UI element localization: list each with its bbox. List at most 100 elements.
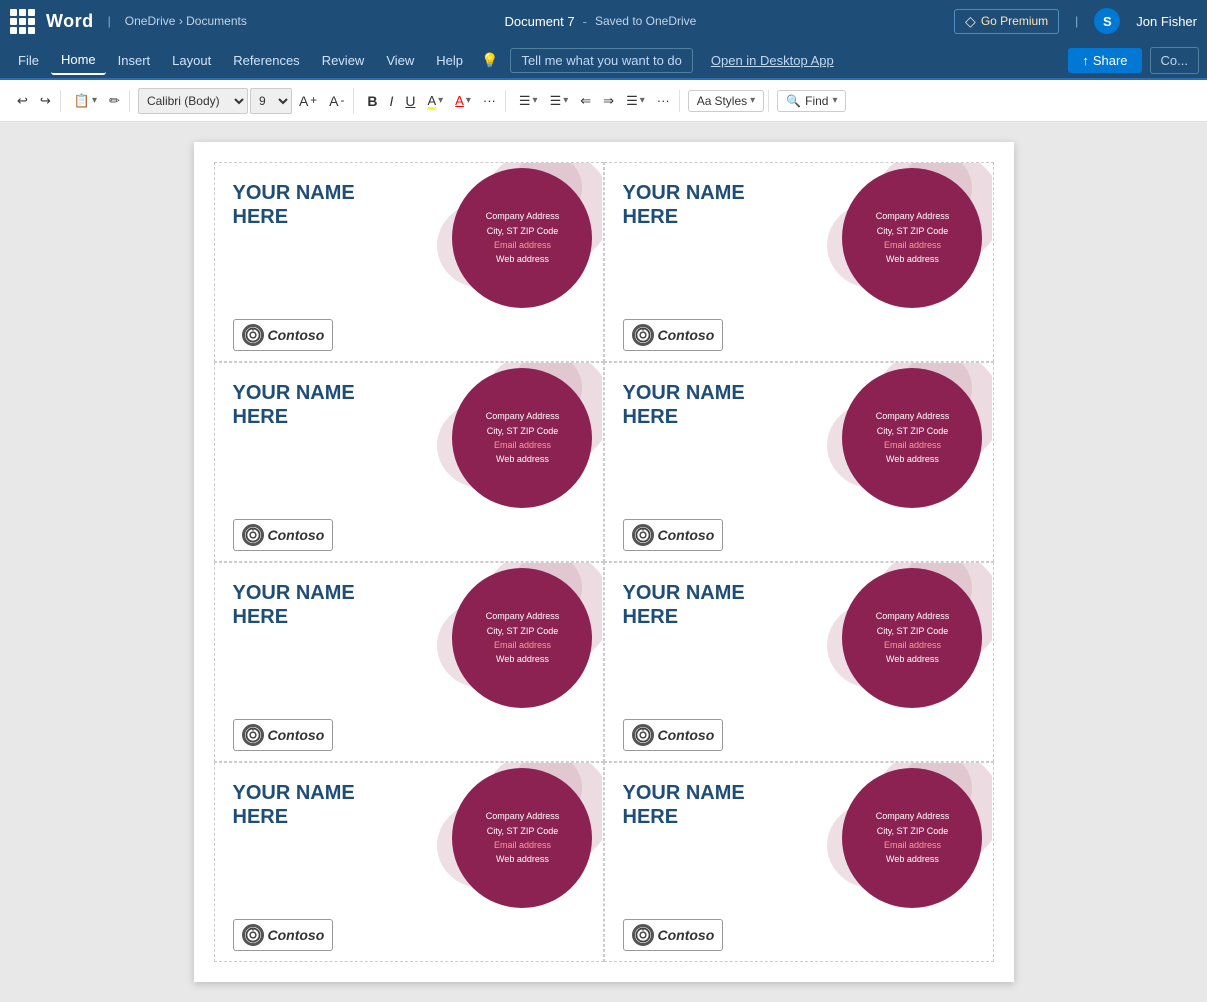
styles-button[interactable]: Aa Styles ▾: [688, 90, 764, 112]
bullets-button[interactable]: ☰▾: [514, 90, 543, 112]
italic-button[interactable]: I: [384, 90, 398, 112]
styles-label: Styles: [714, 94, 747, 108]
skype-button[interactable]: S: [1094, 8, 1120, 34]
format-painter-button[interactable]: ✏: [104, 90, 125, 112]
menu-file[interactable]: File: [8, 47, 49, 74]
blob-container: Company Address City, ST ZIP Code Email …: [432, 363, 602, 561]
clipboard-icon: 📋: [74, 93, 90, 109]
document-area: YOUR NAMEHERE Contoso: [0, 122, 1207, 1002]
contoso-ring-icon: [632, 324, 654, 346]
find-group: 🔍 Find ▾: [773, 90, 850, 112]
blob-container: Company Address City, ST ZIP Code Email …: [432, 163, 602, 361]
menu-review[interactable]: Review: [312, 47, 375, 74]
address-line3: Email address: [486, 438, 560, 452]
indent-button[interactable]: ⇒: [598, 90, 619, 112]
paste-button[interactable]: 📋 ▾: [69, 90, 102, 112]
tell-me-input[interactable]: Tell me what you want to do: [510, 48, 692, 73]
contoso-text: Contoso: [658, 927, 715, 943]
card-inner: YOUR NAMEHERE Contoso: [215, 363, 603, 561]
increase-font-button[interactable]: A+: [294, 90, 322, 112]
address-line4: Web address: [486, 252, 560, 266]
address-line2: City, ST ZIP Code: [486, 424, 560, 438]
card-inner: YOUR NAMEHERE Contoso: [215, 563, 603, 761]
user-name[interactable]: Jon Fisher: [1136, 14, 1197, 29]
contoso-text: Contoso: [268, 327, 325, 343]
menu-layout[interactable]: Layout: [162, 47, 221, 74]
font-color-button[interactable]: A ▾: [450, 90, 476, 111]
menu-help[interactable]: Help: [426, 47, 473, 74]
menu-references[interactable]: References: [223, 47, 309, 74]
card-logo: Contoso: [233, 919, 407, 951]
address-line1: Company Address: [486, 609, 560, 623]
menu-insert[interactable]: Insert: [108, 47, 161, 74]
card-logo: Contoso: [623, 719, 797, 751]
card-inner: YOUR NAMEHERE Contoso: [605, 763, 993, 961]
address-line4: Web address: [876, 252, 950, 266]
comments-button[interactable]: Co...: [1150, 47, 1199, 74]
blob-main: Company Address City, ST ZIP Code Email …: [842, 368, 982, 508]
highlight-icon: A: [427, 93, 436, 108]
underline-button[interactable]: U: [400, 90, 420, 112]
card-cell: YOUR NAMEHERE Contoso: [604, 762, 994, 962]
undo-button[interactable]: ↩: [12, 90, 33, 112]
address-line3: Email address: [876, 238, 950, 252]
align-button[interactable]: ☰▾: [621, 90, 650, 112]
share-icon: ↑: [1082, 53, 1089, 68]
bold-button[interactable]: B: [362, 90, 382, 112]
card-info: Company Address City, ST ZIP Code Email …: [486, 809, 560, 867]
font-family-select[interactable]: Calibri (Body): [138, 88, 248, 114]
menu-view[interactable]: View: [376, 47, 424, 74]
address-line1: Company Address: [486, 409, 560, 423]
card-name: YOUR NAMEHERE: [233, 181, 407, 229]
redo-button[interactable]: ↪: [35, 90, 56, 112]
card-logo: Contoso: [623, 519, 797, 551]
card-logo: Contoso: [233, 319, 407, 351]
card-right: Company Address City, ST ZIP Code Email …: [416, 763, 602, 961]
address-line2: City, ST ZIP Code: [486, 824, 560, 838]
card-logo: Contoso: [233, 719, 407, 751]
card-logo: Contoso: [623, 319, 797, 351]
styles-chevron: ▾: [750, 95, 755, 106]
numbering-button[interactable]: ☰▾: [545, 90, 574, 112]
decrease-font-button[interactable]: A-: [324, 90, 349, 112]
find-button[interactable]: 🔍 Find ▾: [777, 90, 846, 112]
separator-pipe: |: [108, 14, 111, 28]
contoso-logo: Contoso: [233, 319, 334, 351]
skype-letter: S: [1103, 14, 1112, 29]
go-premium-button[interactable]: ◇ Go Premium: [954, 9, 1059, 34]
card-name: YOUR NAMEHERE: [233, 581, 407, 629]
app-name: Word: [46, 11, 94, 32]
contoso-logo: Contoso: [623, 719, 724, 751]
share-button[interactable]: ↑ Share: [1068, 48, 1141, 73]
contoso-ring-icon: [242, 724, 264, 746]
more-paragraph-button[interactable]: ···: [652, 90, 675, 111]
tell-me-text: Tell me what you want to do: [521, 53, 681, 68]
styles-group: Aa Styles ▾: [684, 90, 769, 112]
card-info: Company Address City, ST ZIP Code Email …: [486, 209, 560, 267]
card-cell: YOUR NAMEHERE Contoso: [214, 162, 604, 362]
menu-home[interactable]: Home: [51, 46, 106, 75]
paragraph-group: ☰▾ ☰▾ ⇐ ⇒ ☰▾ ···: [510, 90, 680, 112]
blob-main: Company Address City, ST ZIP Code Email …: [452, 168, 592, 308]
card-name: YOUR NAMEHERE: [623, 181, 797, 229]
blob-main: Company Address City, ST ZIP Code Email …: [452, 768, 592, 908]
breadcrumb[interactable]: OneDrive › Documents: [125, 14, 247, 28]
contoso-ring-icon: [632, 524, 654, 546]
blob-container: Company Address City, ST ZIP Code Email …: [822, 163, 992, 361]
waffle-button[interactable]: [10, 9, 34, 33]
open-in-desktop-button[interactable]: Open in Desktop App: [701, 49, 844, 72]
font-size-select[interactable]: 9: [250, 88, 292, 114]
more-format-button[interactable]: ···: [478, 90, 501, 111]
contoso-text: Contoso: [658, 727, 715, 743]
contoso-text: Contoso: [268, 927, 325, 943]
highlight-button[interactable]: A ▾: [422, 90, 448, 111]
card-cell: YOUR NAMEHERE Contoso: [604, 562, 994, 762]
card-left: YOUR NAMEHERE Contoso: [215, 163, 417, 361]
font-group: Calibri (Body) 9 A+ A-: [134, 88, 354, 114]
blob-container: Company Address City, ST ZIP Code Email …: [822, 563, 992, 761]
address-line3: Email address: [876, 838, 950, 852]
address-line2: City, ST ZIP Code: [876, 824, 950, 838]
premium-label: Go Premium: [981, 14, 1048, 28]
doc-name: Document 7: [505, 14, 575, 29]
outdent-button[interactable]: ⇐: [575, 90, 596, 112]
